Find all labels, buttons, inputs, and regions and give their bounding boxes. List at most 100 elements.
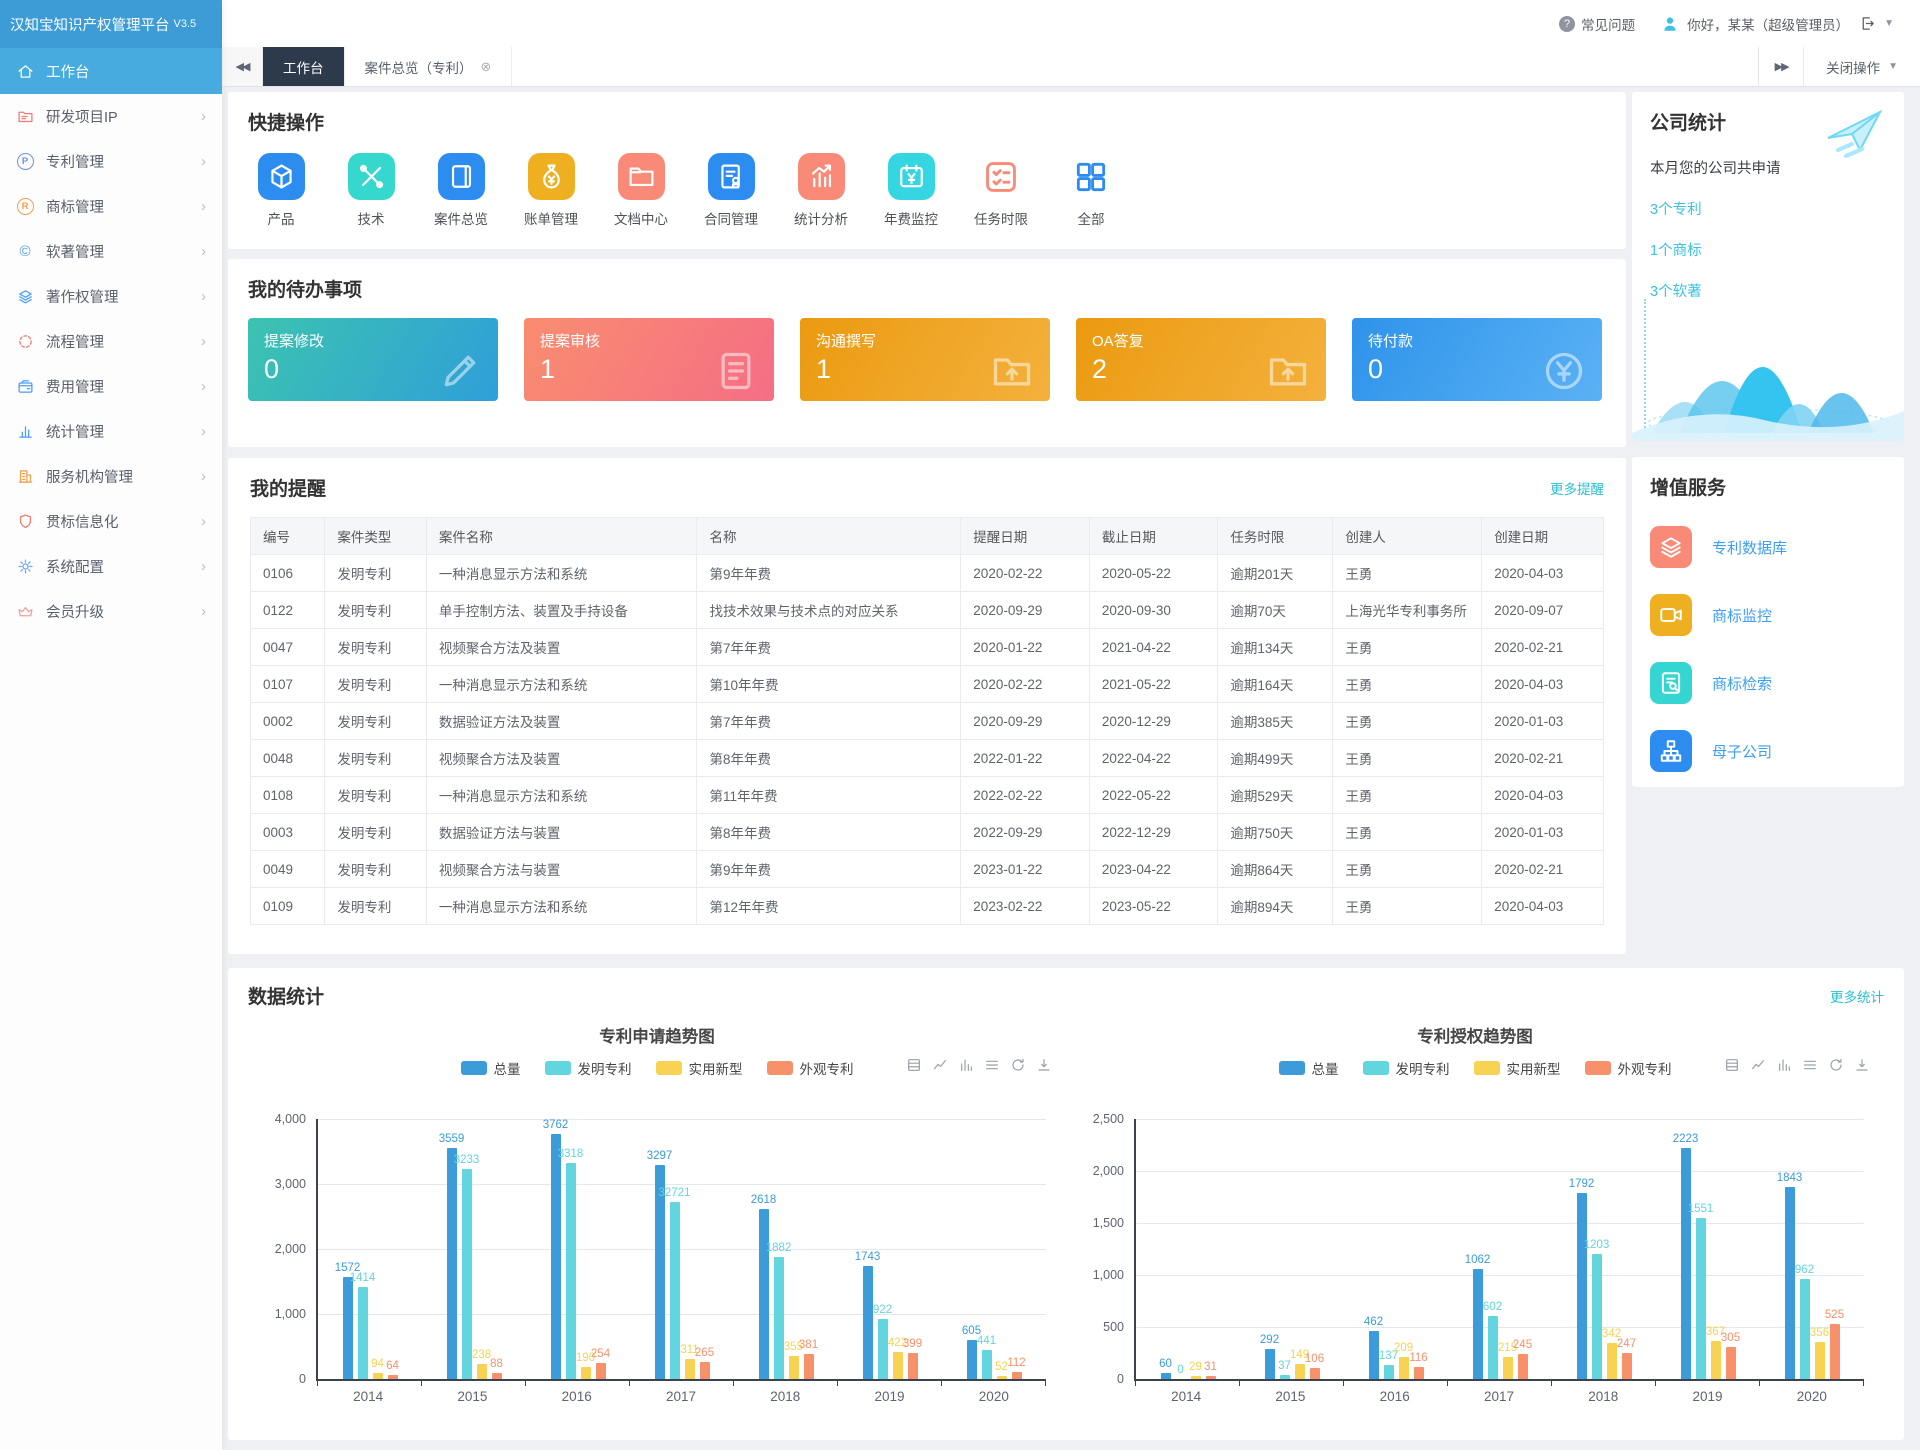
sidebar-item-贯标信息化[interactable]: 贯标信息化› bbox=[0, 499, 222, 544]
chevron-down-icon[interactable]: ▼ bbox=[1884, 18, 1894, 29]
todo-title: 我的待办事项 bbox=[248, 275, 1606, 302]
table-cell: 找技术效果与技术点的对应关系 bbox=[697, 592, 961, 629]
toolbox-download-icon[interactable] bbox=[1854, 1057, 1870, 1073]
toolbox-line-icon[interactable] bbox=[1750, 1057, 1766, 1073]
sidebar-item-会员升级[interactable]: 会员升级› bbox=[0, 589, 222, 634]
toolbox-restore-icon[interactable] bbox=[1010, 1057, 1026, 1073]
bar-slot: 254 bbox=[596, 1119, 606, 1379]
sidebar-item-软著管理[interactable]: ©软著管理› bbox=[0, 229, 222, 274]
reminders-table: 编号案件类型案件名称名称提醒日期截止日期任务时限创建人创建日期0106发明专利一… bbox=[250, 517, 1604, 925]
table-cell: 一种消息显示方法和系统 bbox=[426, 888, 697, 925]
todo-card-待付款[interactable]: 待付款0 bbox=[1352, 318, 1602, 401]
legend-item-总量[interactable]: 总量 bbox=[461, 1058, 521, 1078]
bar-slot: 922 bbox=[878, 1119, 888, 1379]
table-row[interactable]: 0048发明专利视频聚合方法及装置第8年年费2022-01-222022-04-… bbox=[251, 740, 1604, 777]
table-row[interactable]: 0109发明专利一种消息显示方法和系统第12年年费2023-02-222023-… bbox=[251, 888, 1604, 925]
bar-group-2014: 6002931 bbox=[1136, 1119, 1240, 1379]
sidebar-item-服务机构管理[interactable]: 服务机构管理› bbox=[0, 454, 222, 499]
table-row[interactable]: 0047发明专利视频聚合方法及装置第7年年费2020-01-222021-04-… bbox=[251, 629, 1604, 666]
sidebar-item-流程管理[interactable]: 流程管理› bbox=[0, 319, 222, 364]
todo-card-沟通撰写[interactable]: 沟通撰写1 bbox=[800, 318, 1050, 401]
table-row[interactable]: 0003发明专利数据验证方法与装置第8年年费2022-09-292022-12-… bbox=[251, 814, 1604, 851]
quick-action-技术[interactable]: 技术 bbox=[342, 153, 400, 228]
legend-item-总量[interactable]: 总量 bbox=[1279, 1058, 1339, 1078]
toolbox-data-view-icon[interactable] bbox=[1724, 1057, 1740, 1073]
close-operations-dropdown[interactable]: 关闭操作 ▼ bbox=[1803, 47, 1920, 86]
sidebar-item-系统配置[interactable]: 系统配置› bbox=[0, 544, 222, 589]
bar-value-label: 962 bbox=[1795, 1264, 1814, 1276]
sidebar-item-研发项目IP[interactable]: 研发项目IP› bbox=[0, 94, 222, 139]
service-item-母子公司[interactable]: 母子公司 bbox=[1650, 730, 1886, 772]
tools-icon bbox=[357, 162, 386, 191]
toolbox-download-icon[interactable] bbox=[1036, 1057, 1052, 1073]
todo-card-OA答复[interactable]: OA答复2 bbox=[1076, 318, 1326, 401]
sidebar-item-工作台[interactable]: 工作台 bbox=[0, 48, 222, 94]
sidebar-item-著作权管理[interactable]: 著作权管理› bbox=[0, 274, 222, 319]
x-axis-tick bbox=[941, 1381, 942, 1386]
legend-item-外观专利[interactable]: 外观专利 bbox=[767, 1058, 854, 1078]
table-cell: 2020-02-21 bbox=[1482, 851, 1604, 888]
bar-slot: 32721 bbox=[670, 1119, 680, 1379]
bar-发明专利 bbox=[1488, 1316, 1498, 1379]
close-tab-icon[interactable]: ⊗ bbox=[481, 59, 492, 75]
sidebar-item-商标管理[interactable]: R商标管理› bbox=[0, 184, 222, 229]
quick-action-年费监控[interactable]: 年费监控 bbox=[882, 153, 940, 228]
quick-action-合同管理[interactable]: 合同管理 bbox=[702, 153, 760, 228]
quick-action-案件总览[interactable]: 案件总览 bbox=[432, 153, 490, 228]
table-cell: 王勇 bbox=[1333, 555, 1482, 592]
quick-action-统计分析[interactable]: 统计分析 bbox=[792, 153, 850, 228]
toolbox-restore-icon[interactable] bbox=[1828, 1057, 1844, 1073]
toolbox-bar-icon[interactable] bbox=[958, 1057, 974, 1073]
more-statistics-link[interactable]: 更多统计 bbox=[1830, 986, 1884, 1006]
bar-slot: 367 bbox=[1711, 1119, 1721, 1379]
quick-action-任务时限[interactable]: 任务时限 bbox=[972, 153, 1030, 228]
forward-tabs-button[interactable]: ▶▶ bbox=[1758, 47, 1803, 86]
sidebar-item-专利管理[interactable]: P专利管理› bbox=[0, 139, 222, 184]
quick-action-文档中心[interactable]: 文档中心 bbox=[612, 153, 670, 228]
service-item-专利数据库[interactable]: 专利数据库 bbox=[1650, 526, 1886, 568]
logout-icon[interactable] bbox=[1859, 15, 1876, 32]
todo-card-提案审核[interactable]: 提案审核1 bbox=[524, 318, 774, 401]
company-stat-link[interactable]: 1个商标 bbox=[1650, 239, 1886, 260]
table-cell: 王勇 bbox=[1333, 888, 1482, 925]
services-list: 专利数据库商标监控商标检索母子公司 bbox=[1650, 526, 1886, 772]
service-item-商标监控[interactable]: 商标监控 bbox=[1650, 594, 1886, 636]
toolbox-line-icon[interactable] bbox=[932, 1057, 948, 1073]
company-stat-link[interactable]: 3个软著 bbox=[1650, 280, 1886, 301]
legend-item-发明专利[interactable]: 发明专利 bbox=[545, 1058, 632, 1078]
legend-item-实用新型[interactable]: 实用新型 bbox=[656, 1058, 743, 1078]
tab-case-overview[interactable]: 案件总览（专利） ⊗ bbox=[345, 47, 513, 86]
bar-slot: 247 bbox=[1622, 1119, 1632, 1379]
quick-action-账单管理[interactable]: 账单管理 bbox=[522, 153, 580, 228]
user-menu[interactable]: 你好，某某（超级管理员） ▼ bbox=[1661, 14, 1894, 34]
company-stat-link[interactable]: 3个专利 bbox=[1650, 198, 1886, 219]
legend-item-发明专利[interactable]: 发明专利 bbox=[1363, 1058, 1450, 1078]
toolbox-stack-icon[interactable] bbox=[984, 1057, 1000, 1073]
faq-button[interactable]: ? 常见问题 bbox=[1559, 14, 1635, 34]
tab-workbench[interactable]: 工作台 bbox=[263, 47, 345, 86]
collapse-tabs-button[interactable]: ◀◀ bbox=[222, 47, 263, 86]
table-cell: 数据验证方法及装置 bbox=[426, 703, 697, 740]
table-row[interactable]: 0108发明专利一种消息显示方法和系统第11年年费2022-02-222022-… bbox=[251, 777, 1604, 814]
toolbox-stack-icon[interactable] bbox=[1802, 1057, 1818, 1073]
toolbox-bar-icon[interactable] bbox=[1776, 1057, 1792, 1073]
table-row[interactable]: 0002发明专利数据验证方法及装置第7年年费2020-09-292020-12-… bbox=[251, 703, 1604, 740]
bar-实用新型 bbox=[893, 1352, 903, 1379]
sidebar-item-费用管理[interactable]: 费用管理› bbox=[0, 364, 222, 409]
folder-doc-icon bbox=[17, 108, 34, 125]
table-row[interactable]: 0122发明专利单手控制方法、装置及手持设备找技术效果与技术点的对应关系2020… bbox=[251, 592, 1604, 629]
sidebar-item-统计管理[interactable]: 统计管理› bbox=[0, 409, 222, 454]
service-item-商标检索[interactable]: 商标检索 bbox=[1650, 662, 1886, 704]
legend-item-实用新型[interactable]: 实用新型 bbox=[1474, 1058, 1561, 1078]
quick-action-产品[interactable]: 产品 bbox=[252, 153, 310, 228]
more-reminders-link[interactable]: 更多提醒 bbox=[1550, 478, 1604, 498]
chevron-right-icon: › bbox=[201, 108, 206, 125]
toolbox-data-view-icon[interactable] bbox=[906, 1057, 922, 1073]
todo-card-提案修改[interactable]: 提案修改0 bbox=[248, 318, 498, 401]
table-row[interactable]: 0106发明专利一种消息显示方法和系统第9年年费2020-02-222020-0… bbox=[251, 555, 1604, 592]
table-row[interactable]: 0107发明专利一种消息显示方法和系统第10年年费2020-02-222021-… bbox=[251, 666, 1604, 703]
column-header: 案件名称 bbox=[426, 518, 697, 555]
legend-item-外观专利[interactable]: 外观专利 bbox=[1585, 1058, 1672, 1078]
quick-action-全部[interactable]: 全部 bbox=[1062, 153, 1120, 228]
table-row[interactable]: 0049发明专利视频聚合方法与装置第9年年费2023-01-222023-04-… bbox=[251, 851, 1604, 888]
